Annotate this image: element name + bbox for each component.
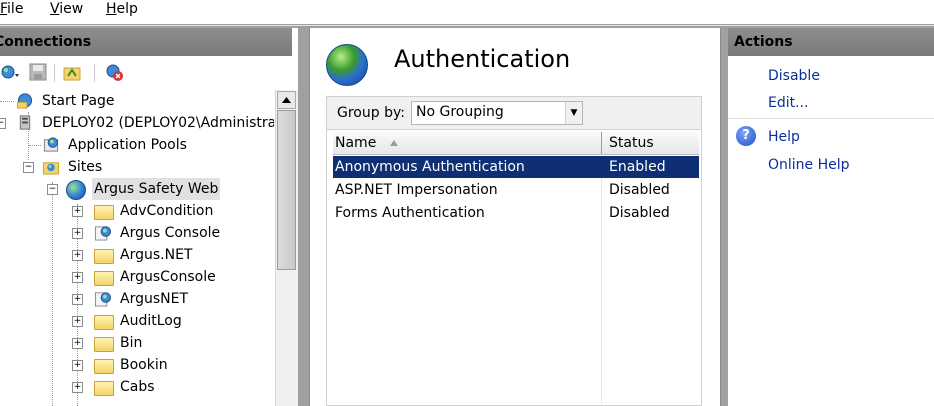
- save-icon[interactable]: [28, 62, 48, 82]
- menu-bar: File View Help: [0, 0, 934, 24]
- tree-label: ArgusNET: [120, 291, 189, 307]
- tree-label: Sites: [68, 159, 103, 175]
- row-status: Disabled: [609, 205, 670, 221]
- tree-label: Bookin: [120, 357, 168, 373]
- expand-icon[interactable]: +: [72, 294, 83, 305]
- tree-label: Bin: [120, 335, 143, 351]
- sites-icon: [42, 162, 60, 175]
- toolbar-separator: [94, 64, 95, 82]
- expand-icon[interactable]: +: [72, 228, 83, 239]
- menu-help[interactable]: Help: [106, 0, 138, 18]
- group-by-bar: Group by: No Grouping ▼: [326, 96, 702, 130]
- column-header-name[interactable]: Name: [335, 132, 376, 154]
- page-title: Authentication: [394, 45, 571, 73]
- tree-guide: [52, 182, 53, 406]
- connections-panel: Connections Start Page − DEPLOY02 (DEPLO…: [0, 28, 298, 406]
- expand-icon[interactable]: +: [72, 272, 83, 283]
- column-divider[interactable]: [601, 132, 602, 154]
- tree-guide: [29, 145, 41, 146]
- toolbar-separator: [54, 64, 55, 82]
- tree-label: Argus.NET: [120, 247, 193, 263]
- tree-label: AuditLog: [120, 313, 182, 329]
- online-help-link[interactable]: Online Help: [768, 157, 850, 173]
- connections-tree: Start Page − DEPLOY02 (DEPLOY02\Administ…: [0, 90, 274, 406]
- connections-toolbar: [0, 58, 298, 86]
- row-status: Enabled: [609, 159, 666, 175]
- row-name: Anonymous Authentication: [335, 159, 525, 175]
- collapse-icon[interactable]: −: [47, 184, 58, 195]
- feature-workspace: Authentication Group by: No Grouping ▼ N…: [309, 28, 721, 406]
- row-name: ASP.NET Impersonation: [335, 182, 498, 198]
- folder-icon: [94, 381, 114, 396]
- menu-file[interactable]: File: [0, 0, 23, 18]
- expand-icon[interactable]: +: [72, 250, 83, 261]
- web-app-icon: [94, 226, 112, 241]
- expand-icon[interactable]: +: [72, 206, 83, 217]
- folder-icon: [94, 359, 114, 374]
- table-row[interactable]: Forms Authentication Disabled: [333, 202, 699, 224]
- group-by-dropdown[interactable]: No Grouping ▼: [411, 101, 583, 125]
- tree-label: Argus Console: [120, 225, 221, 241]
- menu-view[interactable]: View: [50, 0, 83, 18]
- tree-scrollbar[interactable]: [275, 90, 298, 406]
- connections-header: Connections: [0, 28, 292, 56]
- scroll-thumb[interactable]: [277, 110, 296, 270]
- authentication-list: Name Status Anonymous Authentication Ena…: [326, 130, 702, 406]
- server-icon: [19, 115, 31, 130]
- scroll-up-button[interactable]: [277, 91, 296, 109]
- connect-icon[interactable]: [0, 62, 20, 82]
- actions-header: Actions: [728, 28, 934, 56]
- tree-label: Argus Safety Web: [92, 178, 221, 200]
- group-by-label: Group by:: [337, 105, 405, 121]
- app-pools-icon: [43, 137, 59, 152]
- tree-label: Application Pools: [68, 137, 187, 153]
- row-status: Disabled: [609, 182, 670, 198]
- expand-icon[interactable]: +: [72, 360, 83, 371]
- folder-icon: [94, 271, 114, 286]
- table-row[interactable]: ASP.NET Impersonation Disabled: [333, 179, 699, 201]
- tree-guide: [0, 101, 14, 102]
- column-header-status[interactable]: Status: [609, 132, 654, 154]
- expand-icon[interactable]: +: [72, 316, 83, 327]
- web-app-icon: [94, 292, 112, 307]
- disable-link[interactable]: Disable: [768, 68, 820, 84]
- folder-icon: [94, 249, 114, 264]
- tree-label: Cabs: [120, 379, 155, 395]
- tree-label: Start Page: [42, 93, 115, 109]
- folder-icon: [94, 315, 114, 330]
- table-row[interactable]: Anonymous Authentication Enabled: [333, 156, 699, 178]
- list-header: Name Status: [333, 132, 699, 155]
- menu-separator: [0, 25, 934, 26]
- actions-separator: [728, 118, 934, 119]
- actions-panel: Actions Disable Edit... ? Help Online He…: [728, 28, 934, 406]
- folder-icon: [94, 337, 114, 352]
- expand-icon[interactable]: +: [72, 382, 83, 393]
- authentication-globe-icon: [326, 44, 368, 86]
- expand-icon[interactable]: +: [72, 338, 83, 349]
- collapse-icon[interactable]: −: [23, 162, 34, 173]
- tree-label: AdvCondition: [120, 203, 214, 219]
- start-page-icon: [16, 93, 33, 109]
- up-folder-icon[interactable]: [62, 62, 82, 82]
- tree-label: DEPLOY02 (DEPLOY02\Administrato: [42, 115, 274, 131]
- edit-link[interactable]: Edit...: [768, 95, 808, 111]
- help-icon: ?: [736, 126, 756, 146]
- folder-icon: [94, 205, 114, 220]
- disconnect-icon[interactable]: [104, 62, 124, 82]
- tree-label: ArgusConsole: [120, 269, 216, 285]
- sort-ascending-icon: [390, 140, 398, 146]
- chevron-down-icon[interactable]: ▼: [565, 102, 582, 124]
- help-link[interactable]: Help: [768, 129, 800, 145]
- website-globe-icon: [66, 180, 86, 200]
- triangle-up-icon: [282, 97, 291, 103]
- collapse-icon[interactable]: −: [0, 118, 6, 129]
- row-name: Forms Authentication: [335, 205, 485, 221]
- group-by-value: No Grouping: [416, 104, 504, 120]
